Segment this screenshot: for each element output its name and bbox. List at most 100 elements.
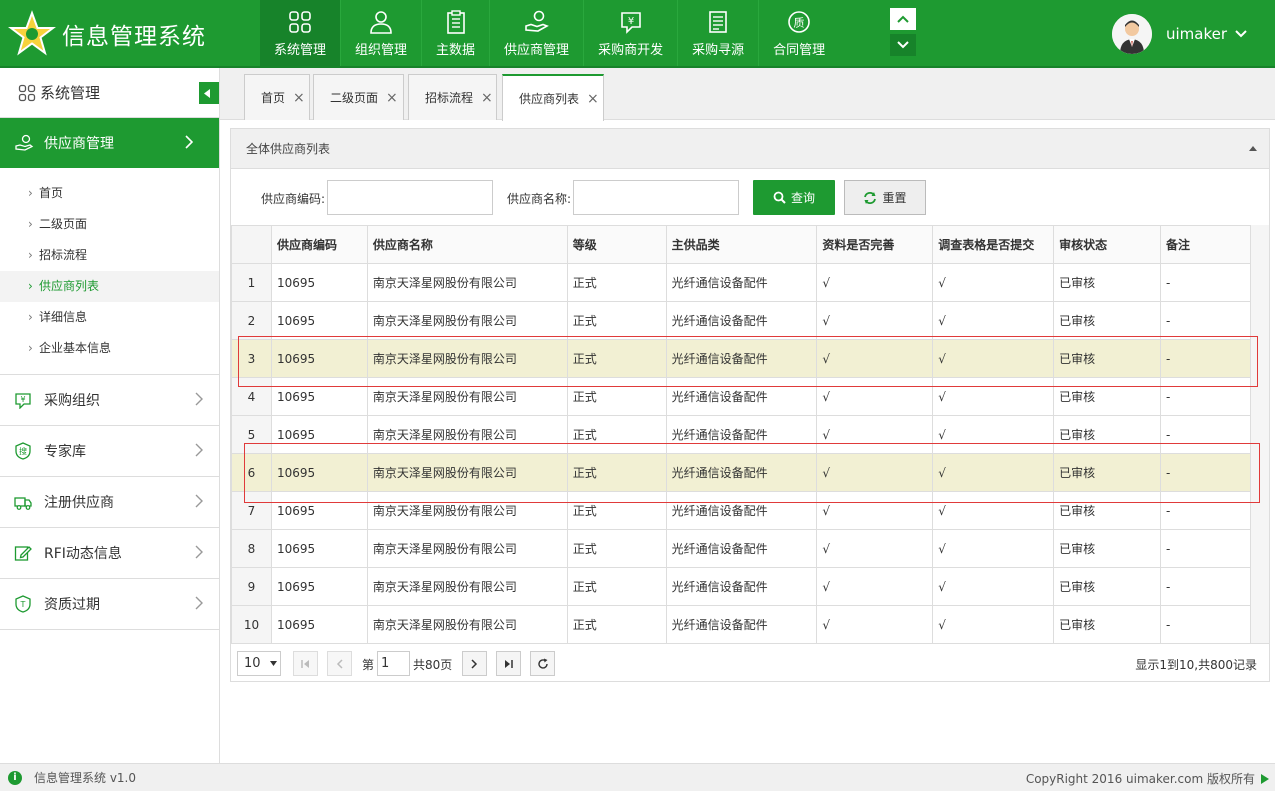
app-version: 信息管理系统 v1.0 [34, 771, 137, 785]
table-cell-code: 10695 [270, 415, 368, 454]
current-page-input[interactable]: 1 [377, 651, 410, 676]
column-header[interactable]: 等级 [566, 225, 667, 264]
first-page-button[interactable] [293, 651, 318, 676]
column-header[interactable]: 主供品类 [665, 225, 818, 264]
page-size-select[interactable]: 10 [237, 651, 281, 676]
table-cell-submitted: √ [932, 567, 1055, 606]
sidebar-collapse-button[interactable] [199, 82, 219, 104]
column-header[interactable]: 审核状态 [1053, 225, 1162, 264]
table-row[interactable]: 2 10695 南京天泽星网股份有限公司 正式 光纤通信设备配件 √ √ 已审核 - [231, 301, 1251, 340]
table-cell-level: 正式 [566, 567, 667, 606]
close-icon[interactable]: × [386, 90, 398, 106]
table-row[interactable]: 7 10695 南京天泽星网股份有限公司 正式 光纤通信设备配件 √ √ 已审核 - [231, 491, 1251, 530]
tab[interactable]: 供应商列表 × [502, 74, 604, 121]
play-icon[interactable] [1261, 773, 1269, 784]
tab[interactable]: 二级页面 × [313, 74, 404, 120]
table-row[interactable]: 6 10695 南京天泽星网股份有限公司 正式 光纤通信设备配件 √ √ 已审核 - [231, 453, 1251, 492]
topnav-item-1[interactable]: 组织管理 [340, 0, 421, 66]
supplier-code-input[interactable] [327, 180, 493, 215]
table-cell-category: 光纤通信设备配件 [665, 605, 818, 644]
table-cell-name: 南京天泽星网股份有限公司 [366, 529, 568, 568]
topnav-item-4[interactable]: ¥ 采购商开发 [583, 0, 677, 66]
sidebar-group[interactable]: RFI动态信息 [0, 528, 219, 579]
table-cell-status: 已审核 [1053, 567, 1162, 606]
chevron-right-icon [195, 545, 203, 559]
table-row[interactable]: 3 10695 南京天泽星网股份有限公司 正式 光纤通信设备配件 √ √ 已审核 - [231, 339, 1251, 378]
collapse-caret-icon[interactable] [1249, 146, 1257, 151]
close-icon[interactable]: × [587, 91, 599, 107]
refresh-icon [864, 191, 877, 204]
table-cell-code: 10695 [270, 453, 368, 492]
table-cell-note: - [1160, 415, 1251, 454]
close-icon[interactable]: × [481, 90, 493, 106]
sidebar-subitem[interactable]: 首页 [0, 178, 219, 209]
sidebar-subitem[interactable]: 详细信息 [0, 302, 219, 333]
yen-chat-icon: ¥ [620, 11, 641, 34]
column-header[interactable]: 资料是否完善 [816, 225, 934, 264]
topnav-item-5[interactable]: 采购寻源 [677, 0, 758, 66]
table-cell-code: 10695 [270, 605, 368, 644]
table-row[interactable]: 4 10695 南京天泽星网股份有限公司 正式 光纤通信设备配件 √ √ 已审核 - [231, 377, 1251, 416]
nav-down-button[interactable] [890, 34, 916, 56]
last-page-button[interactable] [496, 651, 521, 676]
chevron-right-icon [195, 596, 203, 610]
topnav-label: 供应商管理 [504, 42, 570, 58]
query-button-label: 查询 [790, 191, 815, 205]
reset-button[interactable]: 重置 [844, 180, 926, 215]
edit-icon [14, 546, 32, 561]
column-header[interactable]: 供应商编码 [270, 225, 368, 264]
column-header[interactable]: 供应商名称 [366, 225, 568, 264]
sidebar-group[interactable]: ¥ 采购组织 [0, 375, 219, 426]
sidebar-subitem[interactable]: 企业基本信息 [0, 333, 219, 364]
table-cell-name: 南京天泽星网股份有限公司 [366, 415, 568, 454]
supplier-name-input[interactable] [573, 180, 739, 215]
table-scrollbar[interactable] [1250, 225, 1269, 643]
table-row[interactable]: 10 10695 南京天泽星网股份有限公司 正式 光纤通信设备配件 √ √ 已审核 - [231, 605, 1251, 644]
table-cell-submitted: √ [932, 339, 1055, 378]
truck-icon [14, 497, 32, 510]
column-header[interactable]: 备注 [1160, 225, 1251, 264]
chevron-up-icon [897, 15, 909, 23]
topnav-item-3[interactable]: 供应商管理 [489, 0, 583, 66]
table-cell-note: - [1160, 491, 1251, 530]
sidebar-group-supplier-management[interactable]: 供应商管理 [0, 118, 219, 168]
table-row[interactable]: 5 10695 南京天泽星网股份有限公司 正式 光纤通信设备配件 √ √ 已审核 - [231, 415, 1251, 454]
table-cell-submitted: √ [932, 263, 1055, 302]
table-cell-name: 南京天泽星网股份有限公司 [366, 301, 568, 340]
table-cell-category: 光纤通信设备配件 [665, 567, 818, 606]
tab[interactable]: 首页 × [244, 74, 310, 120]
next-page-button[interactable] [462, 651, 487, 676]
table-cell-level: 正式 [566, 415, 667, 454]
sidebar-groups: ¥ 采购组织搜 专家库 注册供应商 RFI动态信息 T 资质过期 [0, 375, 219, 630]
user-menu[interactable]: uimaker [1111, 14, 1247, 54]
sidebar-subitem-label: 企业基本信息 [39, 341, 112, 355]
table-cell-code: 10695 [270, 529, 368, 568]
topnav-item-6[interactable]: 质合同管理 [758, 0, 839, 66]
table-row[interactable]: 1 10695 南京天泽星网股份有限公司 正式 光纤通信设备配件 √ √ 已审核 - [231, 263, 1251, 302]
table-cell-complete: √ [816, 491, 934, 530]
sidebar-group[interactable]: T 资质过期 [0, 579, 219, 630]
sidebar-group[interactable]: 注册供应商 [0, 477, 219, 528]
tab-bar: 首页 × 二级页面 × 招标流程 × 供应商列表 × [220, 68, 1275, 121]
table-row[interactable]: 8 10695 南京天泽星网股份有限公司 正式 光纤通信设备配件 √ √ 已审核 - [231, 529, 1251, 568]
nav-up-button[interactable] [890, 8, 916, 30]
sidebar-subitem[interactable]: 二级页面 [0, 209, 219, 240]
prev-page-button[interactable] [327, 651, 352, 676]
reload-button[interactable] [530, 651, 555, 676]
table-cell-note: - [1160, 377, 1251, 416]
sidebar-subitem[interactable]: 供应商列表 [0, 271, 219, 302]
table-body: 1 10695 南京天泽星网股份有限公司 正式 光纤通信设备配件 √ √ 已审核 -2 10695… [231, 263, 1251, 644]
tab[interactable]: 招标流程 × [408, 74, 497, 120]
sidebar-group[interactable]: 搜 专家库 [0, 426, 219, 477]
query-button[interactable]: 查询 [753, 180, 835, 215]
sidebar-subitem[interactable]: 招标流程 [0, 240, 219, 271]
table-cell-complete: √ [816, 339, 934, 378]
table-row[interactable]: 9 10695 南京天泽星网股份有限公司 正式 光纤通信设备配件 √ √ 已审核 - [231, 567, 1251, 606]
column-header[interactable]: 调查表格是否提交 [932, 225, 1055, 264]
topnav-item-2[interactable]: 主数据 [421, 0, 489, 66]
sidebar-group-label: RFI动态信息 [44, 546, 122, 562]
table-cell-status: 已审核 [1053, 301, 1162, 340]
table-cell-level: 正式 [566, 301, 667, 340]
topnav-item-0[interactable]: 系统管理 [260, 0, 341, 66]
close-icon[interactable]: × [293, 90, 305, 106]
